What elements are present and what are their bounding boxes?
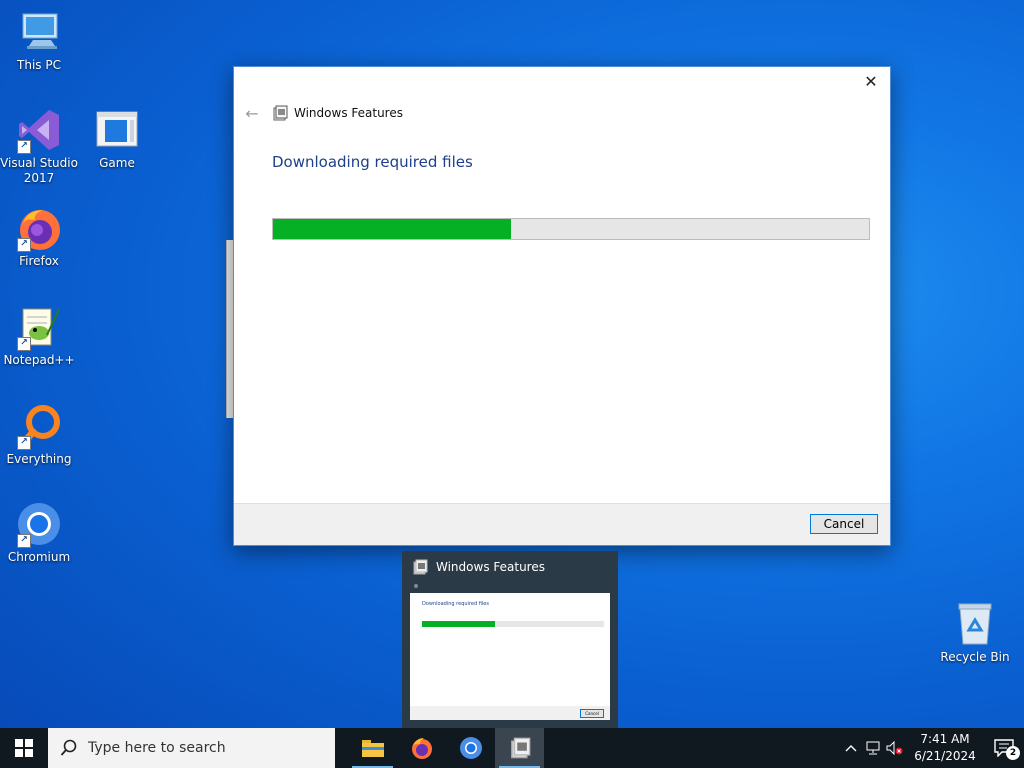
- preview-back-indicator: [414, 584, 418, 588]
- dialog-footer: Cancel: [234, 503, 890, 545]
- desktop-icon-chromium[interactable]: ↗ Chromium: [0, 500, 78, 565]
- close-button[interactable]: ✕: [856, 69, 886, 95]
- chromium-icon: ↗: [15, 500, 63, 548]
- this-pc-icon: [15, 8, 63, 56]
- desktop-icon-label: Firefox: [19, 254, 59, 268]
- shortcut-arrow-icon: ↗: [17, 337, 31, 351]
- taskbar-chromium[interactable]: [446, 728, 495, 768]
- desktop-icon-firefox[interactable]: ↗ Firefox: [0, 204, 78, 269]
- shortcut-arrow-icon: ↗: [17, 238, 31, 252]
- file-explorer-icon: [361, 740, 384, 757]
- notepadpp-icon: ↗: [15, 303, 63, 351]
- progress-fill: [273, 219, 512, 239]
- windows-logo-icon: [15, 739, 33, 757]
- thumb-footer: Cancel: [410, 706, 610, 720]
- volume-muted-icon[interactable]: [884, 728, 906, 768]
- show-hidden-icons-chevron-icon[interactable]: [840, 728, 862, 768]
- desktop-icon-label: Game: [99, 156, 135, 170]
- everything-magnifier-icon: ↗: [15, 402, 63, 450]
- taskbar-thumbnail-preview[interactable]: Windows Features Downloading required fi…: [402, 551, 618, 728]
- notification-count-badge: 2: [1006, 746, 1020, 760]
- taskbar-clock[interactable]: 7:41 AM 6/21/2024: [906, 731, 984, 765]
- shortcut-arrow-icon: ↗: [17, 436, 31, 450]
- desktop-icon-visual-studio[interactable]: ↗ Visual Studio 2017: [0, 106, 78, 186]
- desktop-icon-game[interactable]: Game: [78, 106, 156, 171]
- shortcut-arrow-icon: ↗: [17, 140, 31, 154]
- game-window-icon: [93, 106, 141, 154]
- taskbar-firefox[interactable]: [397, 728, 446, 768]
- firefox-icon: [411, 738, 432, 759]
- taskbar-windows-features[interactable]: [495, 728, 544, 768]
- thumb-heading: Downloading required files: [422, 601, 489, 607]
- desktop-icon-label: Everything: [6, 452, 72, 466]
- desktop-icon-recycle-bin[interactable]: Recycle Bin: [936, 600, 1014, 665]
- desktop-icon-label: Notepad++: [3, 353, 75, 367]
- dialog-nav-row: ← Windows Features: [242, 103, 403, 123]
- desktop-icon-notepadpp[interactable]: ↗ Notepad++: [0, 303, 78, 368]
- desktop-icon-label: Chromium: [7, 550, 71, 564]
- desktop-icon-label: Recycle Bin: [940, 650, 1010, 664]
- system-tray: 7:41 AM 6/21/2024 2: [840, 728, 1024, 768]
- desktop-icon-label: This PC: [17, 58, 61, 72]
- visual-studio-icon: ↗: [15, 106, 63, 154]
- desktop: This PC ↗ Visual Studio 2017 Game ↗ Fire…: [0, 0, 1024, 728]
- windows-features-icon: [413, 559, 428, 575]
- clock-time: 7:41 AM: [920, 732, 970, 746]
- taskbar-file-explorer[interactable]: [348, 728, 397, 768]
- recycle-bin-icon: [951, 600, 999, 648]
- search-icon: [60, 739, 77, 756]
- preview-header: Windows Features: [412, 559, 545, 575]
- taskbar-search-box[interactable]: Type here to search: [48, 728, 335, 768]
- shortcut-arrow-icon: ↗: [17, 534, 31, 548]
- firefox-icon: ↗: [15, 204, 63, 252]
- start-button[interactable]: [0, 728, 48, 768]
- preview-thumbnail: Downloading required files Cancel: [410, 593, 610, 720]
- windows-features-icon: [273, 105, 288, 121]
- taskbar: Type here to search 7:41 AM 6/21/2024 2: [0, 728, 1024, 768]
- desktop-icon-this-pc[interactable]: This PC: [0, 8, 78, 73]
- thumb-progress-bar: [422, 621, 604, 627]
- thumb-cancel-button: Cancel: [580, 709, 604, 718]
- thumb-progress-fill: [422, 621, 495, 627]
- action-center-button[interactable]: 2: [984, 728, 1024, 768]
- dialog-heading: Downloading required files: [272, 153, 473, 171]
- cancel-button[interactable]: Cancel: [810, 514, 878, 534]
- download-progress-bar: [272, 218, 870, 240]
- preview-title: Windows Features: [436, 560, 545, 574]
- desktop-icon-label: Visual Studio 2017: [0, 156, 78, 185]
- chromium-icon: [459, 737, 482, 759]
- clock-date: 6/21/2024: [914, 749, 976, 763]
- network-icon[interactable]: [862, 728, 884, 768]
- desktop-icon-everything[interactable]: ↗ Everything: [0, 402, 78, 467]
- windows-features-dialog: ✕ ← Windows Features Downloading require…: [233, 66, 891, 546]
- back-arrow-button[interactable]: ←: [242, 104, 262, 123]
- dialog-window-title: Windows Features: [294, 106, 403, 120]
- search-placeholder: Type here to search: [88, 740, 226, 756]
- windows-features-icon: [510, 737, 530, 759]
